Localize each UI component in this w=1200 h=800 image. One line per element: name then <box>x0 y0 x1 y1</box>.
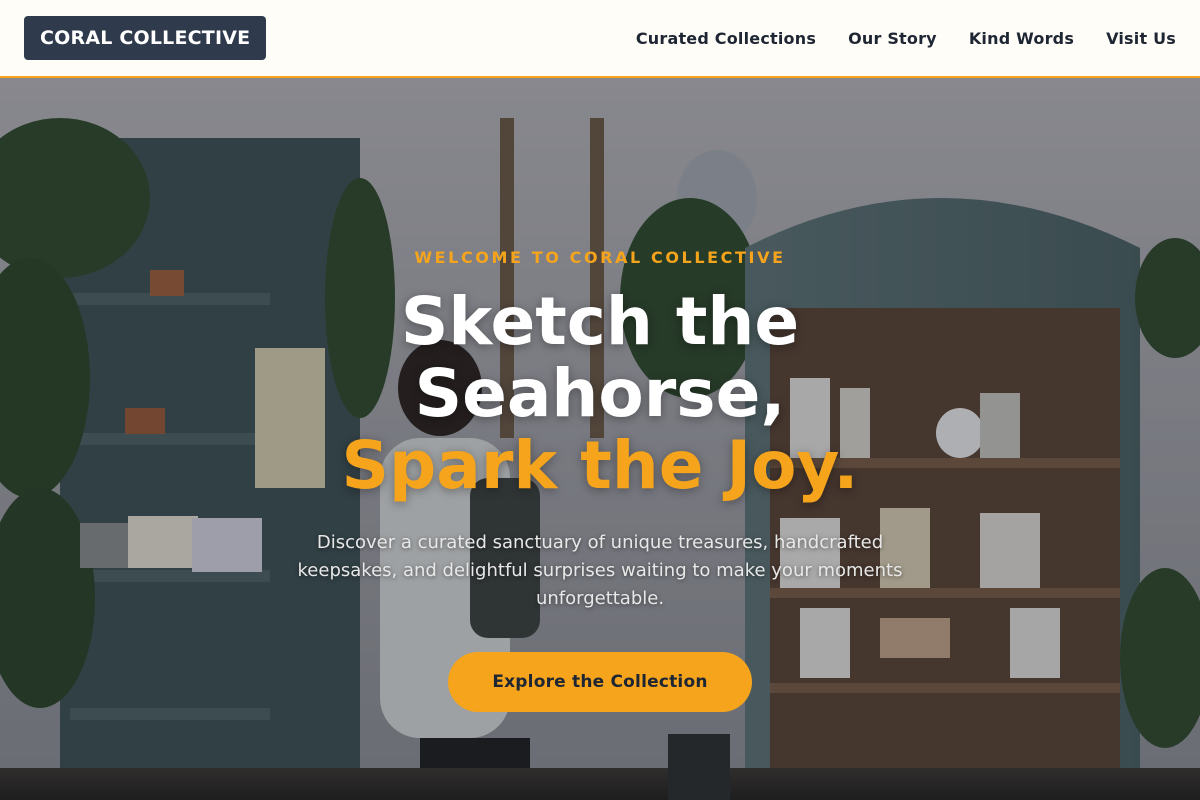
hero-content: WELCOME TO CORAL COLLECTIVE Sketch the S… <box>0 78 1200 800</box>
hero-eyebrow: WELCOME TO CORAL COLLECTIVE <box>414 248 786 267</box>
main-nav: Curated Collections Our Story Kind Words… <box>636 29 1176 48</box>
hero-headline: Sketch the Seahorse, Spark the Joy. <box>0 286 1200 502</box>
nav-link-curated-collections[interactable]: Curated Collections <box>636 29 816 48</box>
nav-link-kind-words[interactable]: Kind Words <box>969 29 1074 48</box>
site-header: CORAL COLLECTIVE Curated Collections Our… <box>0 0 1200 78</box>
nav-link-our-story[interactable]: Our Story <box>848 29 937 48</box>
hero-subtext: Discover a curated sanctuary of unique t… <box>297 532 903 609</box>
nav-link-visit-us[interactable]: Visit Us <box>1106 29 1176 48</box>
hero-headline-line2: Seahorse, <box>414 355 786 432</box>
explore-collection-button[interactable]: Explore the Collection <box>448 652 752 712</box>
hero-headline-accent: Spark the Joy. <box>341 427 859 504</box>
hero-section: WELCOME TO CORAL COLLECTIVE Sketch the S… <box>0 78 1200 800</box>
brand-logo[interactable]: CORAL COLLECTIVE <box>24 16 267 60</box>
hero-headline-line1: Sketch the <box>400 283 800 360</box>
